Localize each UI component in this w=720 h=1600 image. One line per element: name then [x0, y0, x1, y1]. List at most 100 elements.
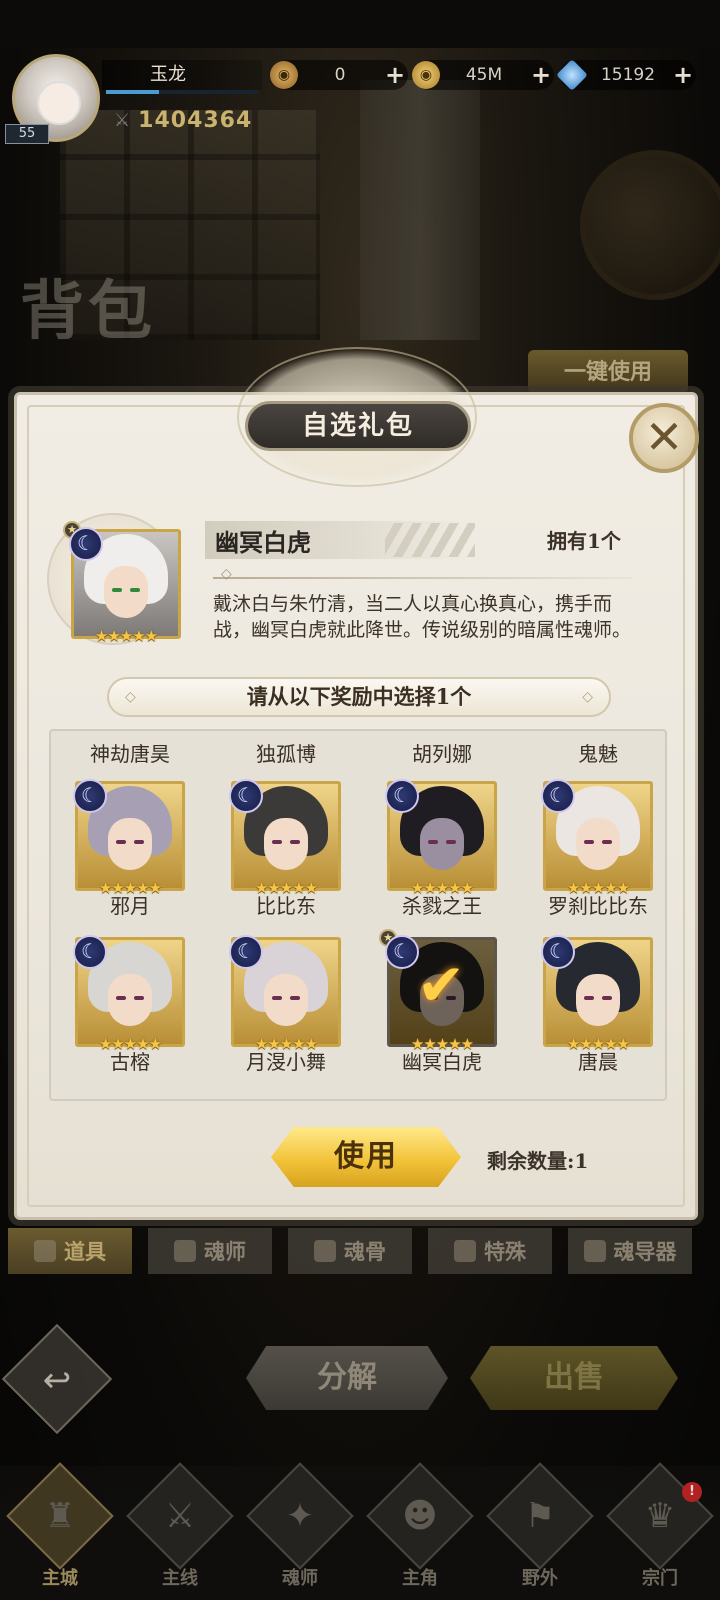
moon-element-icon: ☾: [541, 779, 575, 813]
resource-amount: 0: [334, 65, 346, 85]
add-bronze-button[interactable]: +: [382, 62, 408, 88]
reward-label-partial: 神劫唐昊: [55, 739, 205, 767]
tab-label: 魂师: [204, 1239, 246, 1264]
moon-element-icon: ☾: [385, 779, 419, 813]
moon-element-icon: ☾: [541, 935, 575, 969]
add-gold-button[interactable]: +: [528, 62, 554, 88]
moon-element-icon: ☾: [69, 527, 103, 561]
item-description[interactable]: 戴沐白与朱竹清，当二人以真心换真心，携手而战，幽冥白虎就此降世。传说级别的暗属性…: [213, 591, 631, 661]
star-rating: ★★★★★: [98, 1035, 162, 1053]
reward-item[interactable]: ☾ ★★★★★ 邪月: [55, 779, 205, 919]
tab-label: 魂导器: [613, 1239, 677, 1264]
soul-bone-icon: [314, 1240, 336, 1262]
reward-name: 神劫唐昊: [90, 742, 170, 766]
tab-soul-bones[interactable]: 魂骨: [288, 1228, 412, 1274]
reward-label-partial: 鬼魅: [523, 739, 665, 767]
hero-eye: [602, 996, 612, 1000]
reward-item[interactable]: ☾ ★★★★★ 古榕: [55, 935, 205, 1075]
bottom-nav: ♜ 主城 ⚔ 主线 ✦ 魂师 ☻ 主角 ⚑ 野外 ♛ 宗门 !: [0, 1462, 720, 1600]
reward-label-partial: 胡列娜: [367, 739, 517, 767]
nav-glyph: ☻: [402, 1496, 438, 1536]
nav-glyph: ✦: [285, 1496, 315, 1536]
tab-items[interactable]: 道具: [8, 1228, 132, 1274]
sell-button[interactable]: 出售: [470, 1346, 678, 1410]
use-button[interactable]: 使用: [271, 1127, 461, 1187]
coin-gold-icon: ◉: [412, 61, 440, 89]
reward-grid[interactable]: 神劫唐昊 独孤博 胡列娜 鬼魅 ☾ ★★★★★ 邪月 ☾ ★★★★★ 比比东 ☾ ★★★★★ 杀戮之王 ☾…: [49, 729, 667, 1101]
star-rating: ★★★★★: [566, 879, 630, 897]
tab-soul-devices[interactable]: 魂导器: [568, 1228, 692, 1274]
resource-amount: 45M: [465, 65, 503, 85]
add-diamond-button[interactable]: +: [670, 62, 696, 88]
reward-item[interactable]: ☾ ★★★★★ 月渂小舞: [211, 935, 361, 1075]
nav-main-city[interactable]: ♜ 主城: [0, 1462, 120, 1600]
nav-label: 野外: [522, 1568, 558, 1589]
hero-eye: [584, 996, 594, 1000]
reward-name: 胡列娜: [412, 742, 472, 766]
hero-eye: [602, 840, 612, 844]
reward-item[interactable]: ☾ ★★★★★ 杀戮之王: [367, 779, 517, 919]
player-name: 玉龙: [102, 60, 262, 90]
select-gift-modal: 自选礼包 ✕ ★ ☾ ★★★★★ 幽冥白虎 拥有1个 戴沐白与朱竹清，当二人以真…: [14, 347, 699, 1220]
hero-card: ☾ ★★★★★: [541, 935, 653, 1053]
reward-item[interactable]: ★ ☾ ✔ ★★★★★ 幽冥白虎: [367, 929, 517, 1075]
star-rating: ★★★★★: [98, 879, 162, 897]
nav-label: 魂师: [282, 1568, 318, 1589]
use-all-button[interactable]: 一键使用: [528, 350, 688, 394]
hero-card: ☾ ★★★★★: [229, 935, 341, 1053]
hero-eye: [428, 840, 438, 844]
crossed-swords-icon: ⚔: [114, 110, 131, 131]
close-button[interactable]: ✕: [629, 403, 699, 473]
decompose-button[interactable]: 分解: [246, 1346, 448, 1410]
reward-item[interactable]: ☾ ★★★★★ 罗刹比比东: [523, 779, 665, 919]
hero-face: [108, 974, 152, 1026]
crest-icon: ♛: [606, 1462, 714, 1570]
exp-bar-fill: [106, 90, 160, 94]
shield-icon: ⚔: [126, 1462, 234, 1570]
nav-sect[interactable]: ♛ 宗门 !: [600, 1462, 720, 1600]
modal-title: 自选礼包: [245, 401, 471, 451]
tab-soul-masters[interactable]: 魂师: [148, 1228, 272, 1274]
featured-item-card[interactable]: ★ ☾ ★★★★★: [63, 521, 181, 645]
soul-master-icon: [174, 1240, 196, 1262]
hero-card: ☾ ★★★★★: [541, 779, 653, 897]
reward-item[interactable]: ☾ ★★★★★ 唐晨: [523, 935, 665, 1075]
category-tabs: 道具 魂师 魂骨 特殊 魂导器: [8, 1228, 720, 1274]
resource-diamond: 15192 +: [556, 59, 696, 91]
hero-face: [420, 818, 464, 870]
hero-eye: [134, 840, 144, 844]
hero-eye: [272, 996, 282, 1000]
nav-label: 主线: [162, 1568, 198, 1589]
tab-special[interactable]: 特殊: [428, 1228, 552, 1274]
hero-eye: [116, 840, 126, 844]
diamond-outline-icon: [583, 1240, 606, 1262]
selected-check-icon: ✔: [416, 951, 466, 1019]
hero-eye: [290, 996, 300, 1000]
hero-eye: [446, 840, 456, 844]
level-badge: 55: [5, 124, 49, 144]
nav-soul-master[interactable]: ✦ 魂师: [240, 1462, 360, 1600]
remaining-count: 剩余数量:1: [487, 1149, 589, 1173]
hero-eye: [290, 840, 300, 844]
hero-card: ☾ ★★★★★: [73, 935, 185, 1053]
nav-wild[interactable]: ⚑ 野外: [480, 1462, 600, 1600]
reward-item[interactable]: ☾ ★★★★★ 比比东: [211, 779, 361, 919]
tab-label: 特殊: [484, 1239, 526, 1264]
notification-badge: !: [682, 1482, 702, 1502]
hero-face: [576, 974, 620, 1026]
hero-eye: [272, 840, 282, 844]
hero-card: ☾ ★★★★★: [73, 779, 185, 897]
tab-label: 魂骨: [344, 1239, 386, 1264]
star-rating: ★★★★★: [254, 1035, 318, 1053]
status-bar-area: [0, 0, 720, 48]
nav-hero[interactable]: ☻ 主角: [360, 1462, 480, 1600]
divider: [213, 566, 633, 582]
hooded-figure-icon: ☻: [366, 1462, 474, 1570]
reward-label-partial: 独孤博: [211, 739, 361, 767]
nav-label: 主城: [42, 1568, 78, 1589]
hero-face: [264, 974, 308, 1026]
nav-main-line[interactable]: ⚔ 主线: [120, 1462, 240, 1600]
castle-icon: ♜: [6, 1462, 114, 1570]
owned-count: 拥有1个: [547, 529, 621, 553]
tab-label: 道具: [64, 1239, 106, 1264]
